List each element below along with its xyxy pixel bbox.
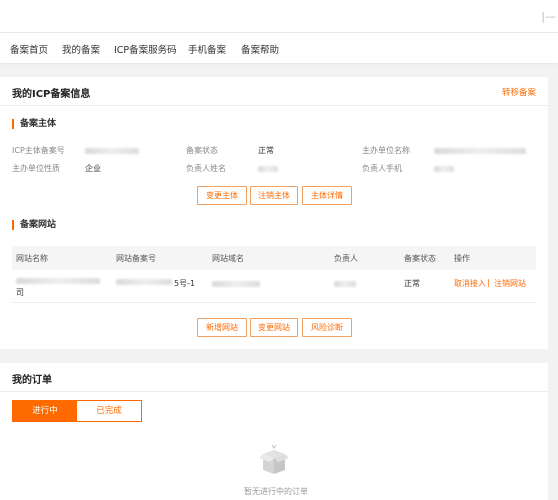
status-value: 正常 <box>258 146 274 155</box>
nav-item-help[interactable]: 备案帮助 <box>241 42 279 56</box>
site-record-suffix: 5号-1 <box>174 279 196 288</box>
site-table-header: 网站名称 网站备案号 网站域名 负责人 备案状态 操作 <box>12 246 536 270</box>
top-right-glyph: |— <box>541 10 556 23</box>
transfer-record-link[interactable]: 转移备案 <box>502 86 536 98</box>
unlink-site-link[interactable]: 取消接入 <box>454 278 486 289</box>
col-site-domain: 网站域名 <box>212 254 244 263</box>
cancel-site-link[interactable]: 注销网站 <box>494 278 526 289</box>
top-bar: |— <box>0 0 558 33</box>
action-separator: | <box>487 278 490 287</box>
org-type-value: 企业 <box>85 164 101 173</box>
owner-phone-value <box>434 165 454 174</box>
tab-in-progress[interactable]: 进行中 <box>13 401 77 421</box>
col-site-record-no: 网站备案号 <box>116 254 156 263</box>
nav-item-icp-service-code[interactable]: ICP备案服务码 <box>114 42 177 56</box>
col-site-name: 网站名称 <box>16 254 48 263</box>
owner-name-label: 负责人姓名 <box>186 164 226 173</box>
add-site-button[interactable]: 新增网站 <box>197 318 247 337</box>
change-subject-button[interactable]: 变更主体 <box>197 186 247 205</box>
col-site-status: 备案状态 <box>404 254 436 263</box>
orders-panel-header: 我的订单 <box>0 363 548 392</box>
risk-diagnosis-button[interactable]: 风险诊断 <box>302 318 352 337</box>
site-status-value: 正常 <box>404 279 420 288</box>
orders-panel: 我的订单 进行中 已完成 暂无进行中的订单 <box>0 363 548 500</box>
col-site-actions: 操作 <box>454 254 470 263</box>
nav-item-mobile-record[interactable]: 手机备案 <box>188 42 226 56</box>
owner-name-value <box>258 165 278 174</box>
col-site-owner: 负责人 <box>334 254 358 263</box>
site-record-blur <box>116 278 172 287</box>
site-name-suffix: 司 <box>16 288 24 297</box>
icp-no-label: ICP主体备案号 <box>12 146 65 155</box>
icp-no-value <box>85 147 139 156</box>
nav-item-home[interactable]: 备案首页 <box>10 42 48 56</box>
nav-item-my-records[interactable]: 我的备案 <box>62 42 100 56</box>
subject-section-title: 备案主体 <box>12 119 56 129</box>
org-name-value <box>434 147 526 156</box>
table-row: 司 5号-1 正常 取消接入 | 注销网站 <box>12 270 536 303</box>
owner-phone-label: 负责人手机 <box>362 164 402 173</box>
status-label: 备案状态 <box>186 146 218 155</box>
site-section-title: 备案网站 <box>12 220 56 230</box>
order-tabs: 进行中 已完成 <box>12 400 142 422</box>
icp-info-panel: 我的ICP备案信息 转移备案 备案主体 ICP主体备案号 备案状态 正常 主办单… <box>0 77 548 349</box>
orders-panel-title: 我的订单 <box>12 375 52 386</box>
icp-panel-title: 我的ICP备案信息 <box>12 89 91 100</box>
empty-orders-text: 暂无进行中的订单 <box>244 487 308 496</box>
cancel-subject-button[interactable]: 注销主体 <box>250 186 298 205</box>
site-name-blur <box>16 277 100 286</box>
site-domain-blur <box>212 280 260 289</box>
org-type-label: 主办单位性质 <box>12 164 60 173</box>
tab-completed[interactable]: 已完成 <box>77 401 141 421</box>
empty-box-icon <box>259 444 289 474</box>
change-site-button[interactable]: 变更网站 <box>250 318 298 337</box>
icp-panel-header: 我的ICP备案信息 转移备案 <box>0 77 548 106</box>
subject-detail-button[interactable]: 主体详情 <box>302 186 352 205</box>
site-owner-blur <box>334 280 356 289</box>
nav-bar: 备案首页 我的备案 ICP备案服务码 手机备案 备案帮助 <box>0 33 558 63</box>
org-name-label: 主办单位名称 <box>362 146 410 155</box>
